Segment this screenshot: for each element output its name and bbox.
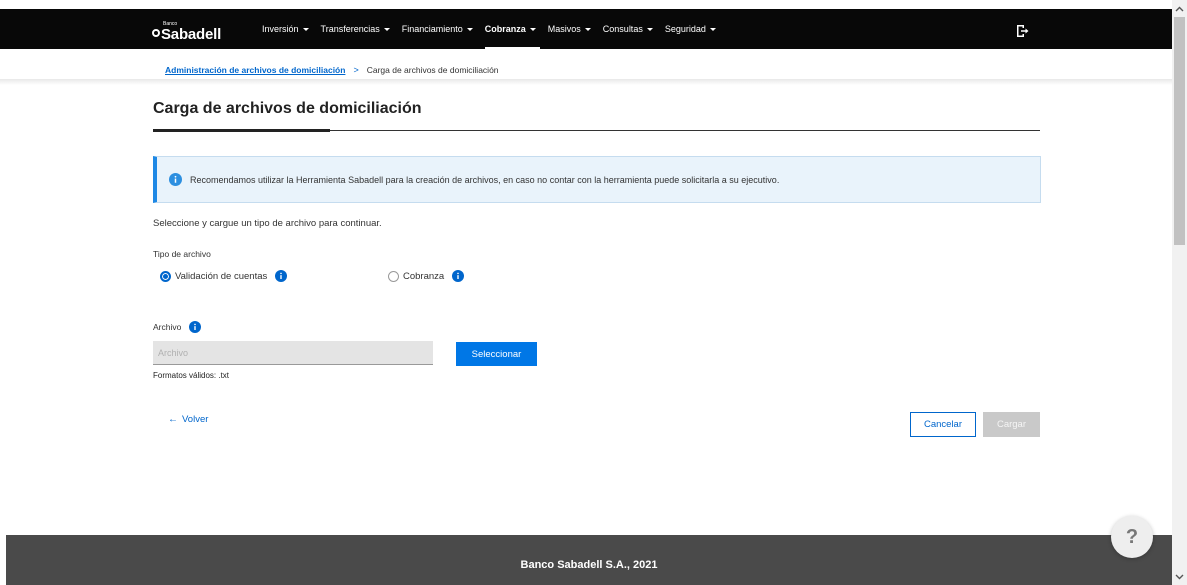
file-name-input[interactable] (153, 341, 433, 365)
nav-item-seguridad[interactable]: Seguridad (665, 9, 716, 49)
radio-label: Validación de cuentas (175, 270, 268, 282)
select-file-button[interactable]: Seleccionar (456, 342, 537, 366)
top-navbar: Banco Sabadell Inversión Transferencias … (0, 9, 1172, 49)
radio-label: Cobranza (403, 270, 445, 282)
radio-validacion-cuentas[interactable]: Validación de cuentas (160, 270, 288, 282)
info-icon[interactable] (189, 321, 202, 333)
nav-label: Masivos (547, 24, 581, 34)
nav-label: Financiamiento (401, 24, 463, 34)
caret-down-icon (584, 27, 591, 31)
page-title: Carga de archivos de domiciliación (153, 100, 422, 117)
arrow-left-icon: ← (168, 414, 178, 425)
instruction-text: Seleccione y cargue un tipo de archivo p… (153, 218, 382, 229)
nav-label: Transferencias (320, 24, 380, 34)
back-label: Volver (182, 414, 209, 425)
viewport: Banco Sabadell Inversión Transferencias … (0, 0, 1172, 585)
breadcrumb: Administración de archivos de domiciliac… (165, 65, 499, 75)
info-icon[interactable] (452, 270, 465, 282)
info-icon (169, 173, 182, 186)
caret-down-icon (646, 27, 653, 31)
breadcrumb-link-admin[interactable]: Administración de archivos de domiciliac… (165, 65, 345, 75)
breadcrumb-current: Carga de archivos de domiciliación (366, 65, 499, 75)
cancel-button[interactable]: Cancelar (910, 412, 976, 437)
scroll-down-icon[interactable] (1172, 568, 1187, 585)
caret-down-icon (383, 27, 390, 31)
title-underline (153, 129, 330, 132)
breadcrumb-divider (0, 79, 1172, 85)
scroll-up-icon[interactable] (1172, 0, 1187, 17)
logo-text: Sabadell (161, 26, 222, 43)
back-link[interactable]: ← Volver (168, 414, 208, 425)
caret-down-icon (529, 27, 536, 31)
nav-label: Inversión (262, 24, 299, 34)
breadcrumb-separator: > (353, 65, 359, 75)
help-button[interactable]: ? (1111, 516, 1153, 558)
caret-down-icon (466, 27, 473, 31)
footer: Banco Sabadell S.A., 2021 (6, 535, 1172, 585)
nav-item-consultas[interactable]: Consultas (603, 9, 653, 49)
info-icon[interactable] (275, 270, 288, 282)
nav-item-inversion[interactable]: Inversión (262, 9, 309, 49)
vertical-scrollbar[interactable] (1172, 0, 1187, 585)
nav-label: Seguridad (664, 24, 706, 34)
main-nav: Inversión Transferencias Financiamiento … (262, 9, 728, 49)
nav-label: Consultas (602, 24, 643, 34)
upload-button[interactable]: Cargar (983, 412, 1040, 437)
logout-icon[interactable] (1015, 24, 1029, 38)
nav-item-financiamiento[interactable]: Financiamiento (402, 9, 473, 49)
nav-item-transferencias[interactable]: Transferencias (321, 9, 390, 49)
nav-item-masivos[interactable]: Masivos (548, 9, 591, 49)
caret-down-icon (709, 27, 716, 31)
file-field-label: Archivo (153, 321, 202, 333)
scroll-thumb[interactable] (1174, 17, 1185, 245)
file-label-text: Archivo (153, 322, 182, 332)
info-alert: Recomendamos utilizar la Herramienta Sab… (153, 156, 1041, 203)
file-type-label: Tipo de archivo (153, 249, 211, 259)
radio-unchecked-icon[interactable] (388, 270, 399, 282)
valid-formats-text: Formatos válidos: .txt (153, 371, 230, 380)
radio-cobranza[interactable]: Cobranza (388, 270, 465, 282)
radio-checked-icon[interactable] (160, 270, 171, 282)
nav-label: Cobranza (484, 24, 526, 34)
footer-text: Banco Sabadell S.A., 2021 (520, 559, 658, 571)
logo-mark-icon (152, 29, 160, 37)
nav-item-cobranza[interactable]: Cobranza (484, 9, 540, 49)
caret-down-icon (302, 27, 309, 31)
alert-message: Recomendamos utilizar la Herramienta Sab… (190, 174, 780, 185)
